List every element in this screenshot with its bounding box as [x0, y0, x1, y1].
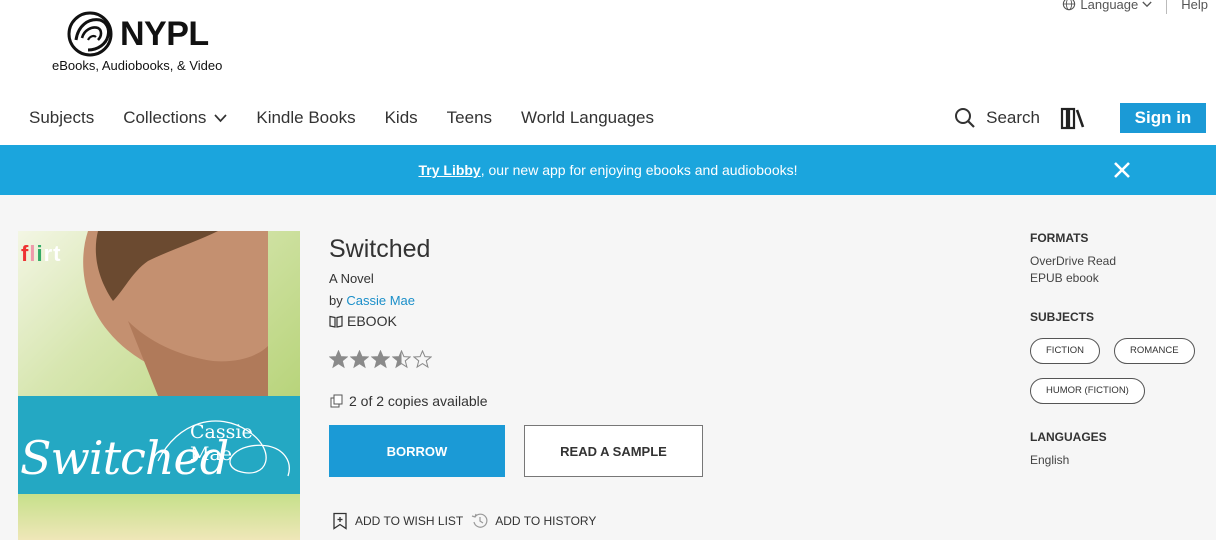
search-button[interactable]: Search	[954, 107, 1040, 129]
star-icon	[413, 350, 432, 369]
language-selector[interactable]: Language	[1062, 0, 1168, 14]
bookshelf-icon[interactable]	[1060, 106, 1088, 130]
subject-tag-fiction[interactable]: FICTION	[1030, 337, 1100, 364]
utility-bar: Language Help	[1062, 0, 1208, 14]
subject-tag-romance[interactable]: ROMANCE	[1114, 337, 1195, 364]
nav-subjects-label: Subjects	[29, 108, 95, 127]
formats-heading: FORMATS	[1030, 231, 1089, 245]
cover-series-mark: flirt	[21, 241, 62, 266]
author-link[interactable]: Cassie Mae	[346, 293, 415, 308]
nav-kids-label: Kids	[384, 108, 418, 127]
nav-teens[interactable]: Teens	[447, 108, 492, 128]
cover-title: Switched	[20, 431, 229, 485]
nypl-logo[interactable]: NYPL eBooks, Audiobooks, & Video	[52, 10, 246, 73]
nav-kids[interactable]: Kids	[385, 108, 418, 128]
help-link[interactable]: Help	[1167, 0, 1208, 12]
format-item: OverDrive Read	[1030, 254, 1117, 268]
nav-kindle-books[interactable]: Kindle Books	[256, 108, 355, 128]
add-to-wish-list-button[interactable]: ADD TO WISH LIST	[331, 512, 463, 530]
nav-world-languages-label: World Languages	[521, 108, 654, 127]
add-to-history-button[interactable]: ADD TO HISTORY	[471, 512, 596, 530]
byline-prefix: by	[329, 293, 343, 308]
nav-world-languages[interactable]: World Languages	[521, 108, 654, 128]
language-label: Language	[1080, 0, 1139, 12]
read-sample-button[interactable]: READ A SAMPLE	[524, 425, 703, 477]
logo-tagline: eBooks, Audiobooks, & Video	[52, 58, 223, 73]
subject-tags: FICTION ROMANCE HUMOR (FICTION)	[1030, 337, 1210, 404]
globe-icon	[1063, 0, 1076, 11]
availability-text: 2 of 2 copies available	[349, 393, 488, 409]
search-label: Search	[986, 108, 1040, 127]
history-icon	[472, 513, 488, 528]
title-actions: ADD TO WISH LIST ADD TO HISTORY	[331, 512, 604, 530]
star-icon	[329, 350, 348, 369]
star-icon	[350, 350, 369, 369]
language-item: English	[1030, 452, 1070, 467]
close-icon[interactable]	[1112, 160, 1132, 180]
languages-heading: LANGUAGES	[1030, 429, 1107, 444]
nav-teens-label: Teens	[446, 108, 493, 127]
star-icon	[371, 350, 390, 369]
book-cover[interactable]: flirt Cassie Mae Switched	[18, 231, 300, 540]
title-details: flirt Cassie Mae Switched Switched A Nov…	[0, 195, 1216, 540]
format-item: EPUB ebook	[1030, 271, 1099, 286]
subject-tag-humor-fiction[interactable]: HUMOR (FICTION)	[1030, 377, 1145, 404]
bookmark-plus-icon	[333, 512, 347, 530]
book-open-icon	[329, 315, 343, 328]
borrow-button[interactable]: BORROW	[329, 425, 505, 477]
search-icon	[955, 108, 975, 128]
chevron-down-icon	[214, 113, 227, 122]
book-format: EBOOK	[329, 313, 929, 329]
copies-icon	[330, 394, 343, 408]
subjects-heading: SUBJECTS	[1030, 309, 1095, 324]
history-label: ADD TO HISTORY	[495, 514, 597, 528]
chevron-down-icon	[1142, 1, 1152, 7]
logo-wordmark: NYPL	[120, 15, 209, 53]
nav-kindle-books-label: Kindle Books	[256, 108, 356, 127]
nav-subjects[interactable]: Subjects	[29, 108, 94, 128]
libby-banner: Try Libby, our new app for enjoying eboo…	[0, 145, 1216, 195]
rating-stars[interactable]	[329, 350, 432, 369]
try-libby-link[interactable]: Try Libby	[418, 162, 480, 178]
wish-list-label: ADD TO WISH LIST	[355, 514, 464, 528]
book-info: Switched A Novel by Cassie Mae EBOOK	[329, 235, 929, 329]
format-label: EBOOK	[347, 313, 397, 329]
nav-collections-label: Collections	[123, 108, 207, 127]
sign-in-button[interactable]: Sign in	[1120, 103, 1206, 133]
lion-icon	[67, 11, 113, 57]
banner-text: , our new app for enjoying ebooks and au…	[480, 162, 798, 178]
nav-collections[interactable]: Collections	[123, 108, 227, 128]
formats-list: OverDrive Read EPUB ebook	[1030, 253, 1210, 288]
main-nav: Subjects Collections Kindle Books Kids T…	[0, 96, 1216, 140]
availability: 2 of 2 copies available	[330, 393, 488, 409]
book-byline: by Cassie Mae	[329, 293, 929, 308]
star-icon	[392, 350, 411, 369]
book-subtitle: A Novel	[329, 271, 374, 286]
details-sidebar: FORMATS OverDrive Read EPUB ebook SUBJEC…	[1030, 231, 1210, 469]
cover-photo	[83, 231, 268, 396]
cover-bottom	[18, 494, 300, 540]
book-title: Switched	[329, 235, 431, 263]
